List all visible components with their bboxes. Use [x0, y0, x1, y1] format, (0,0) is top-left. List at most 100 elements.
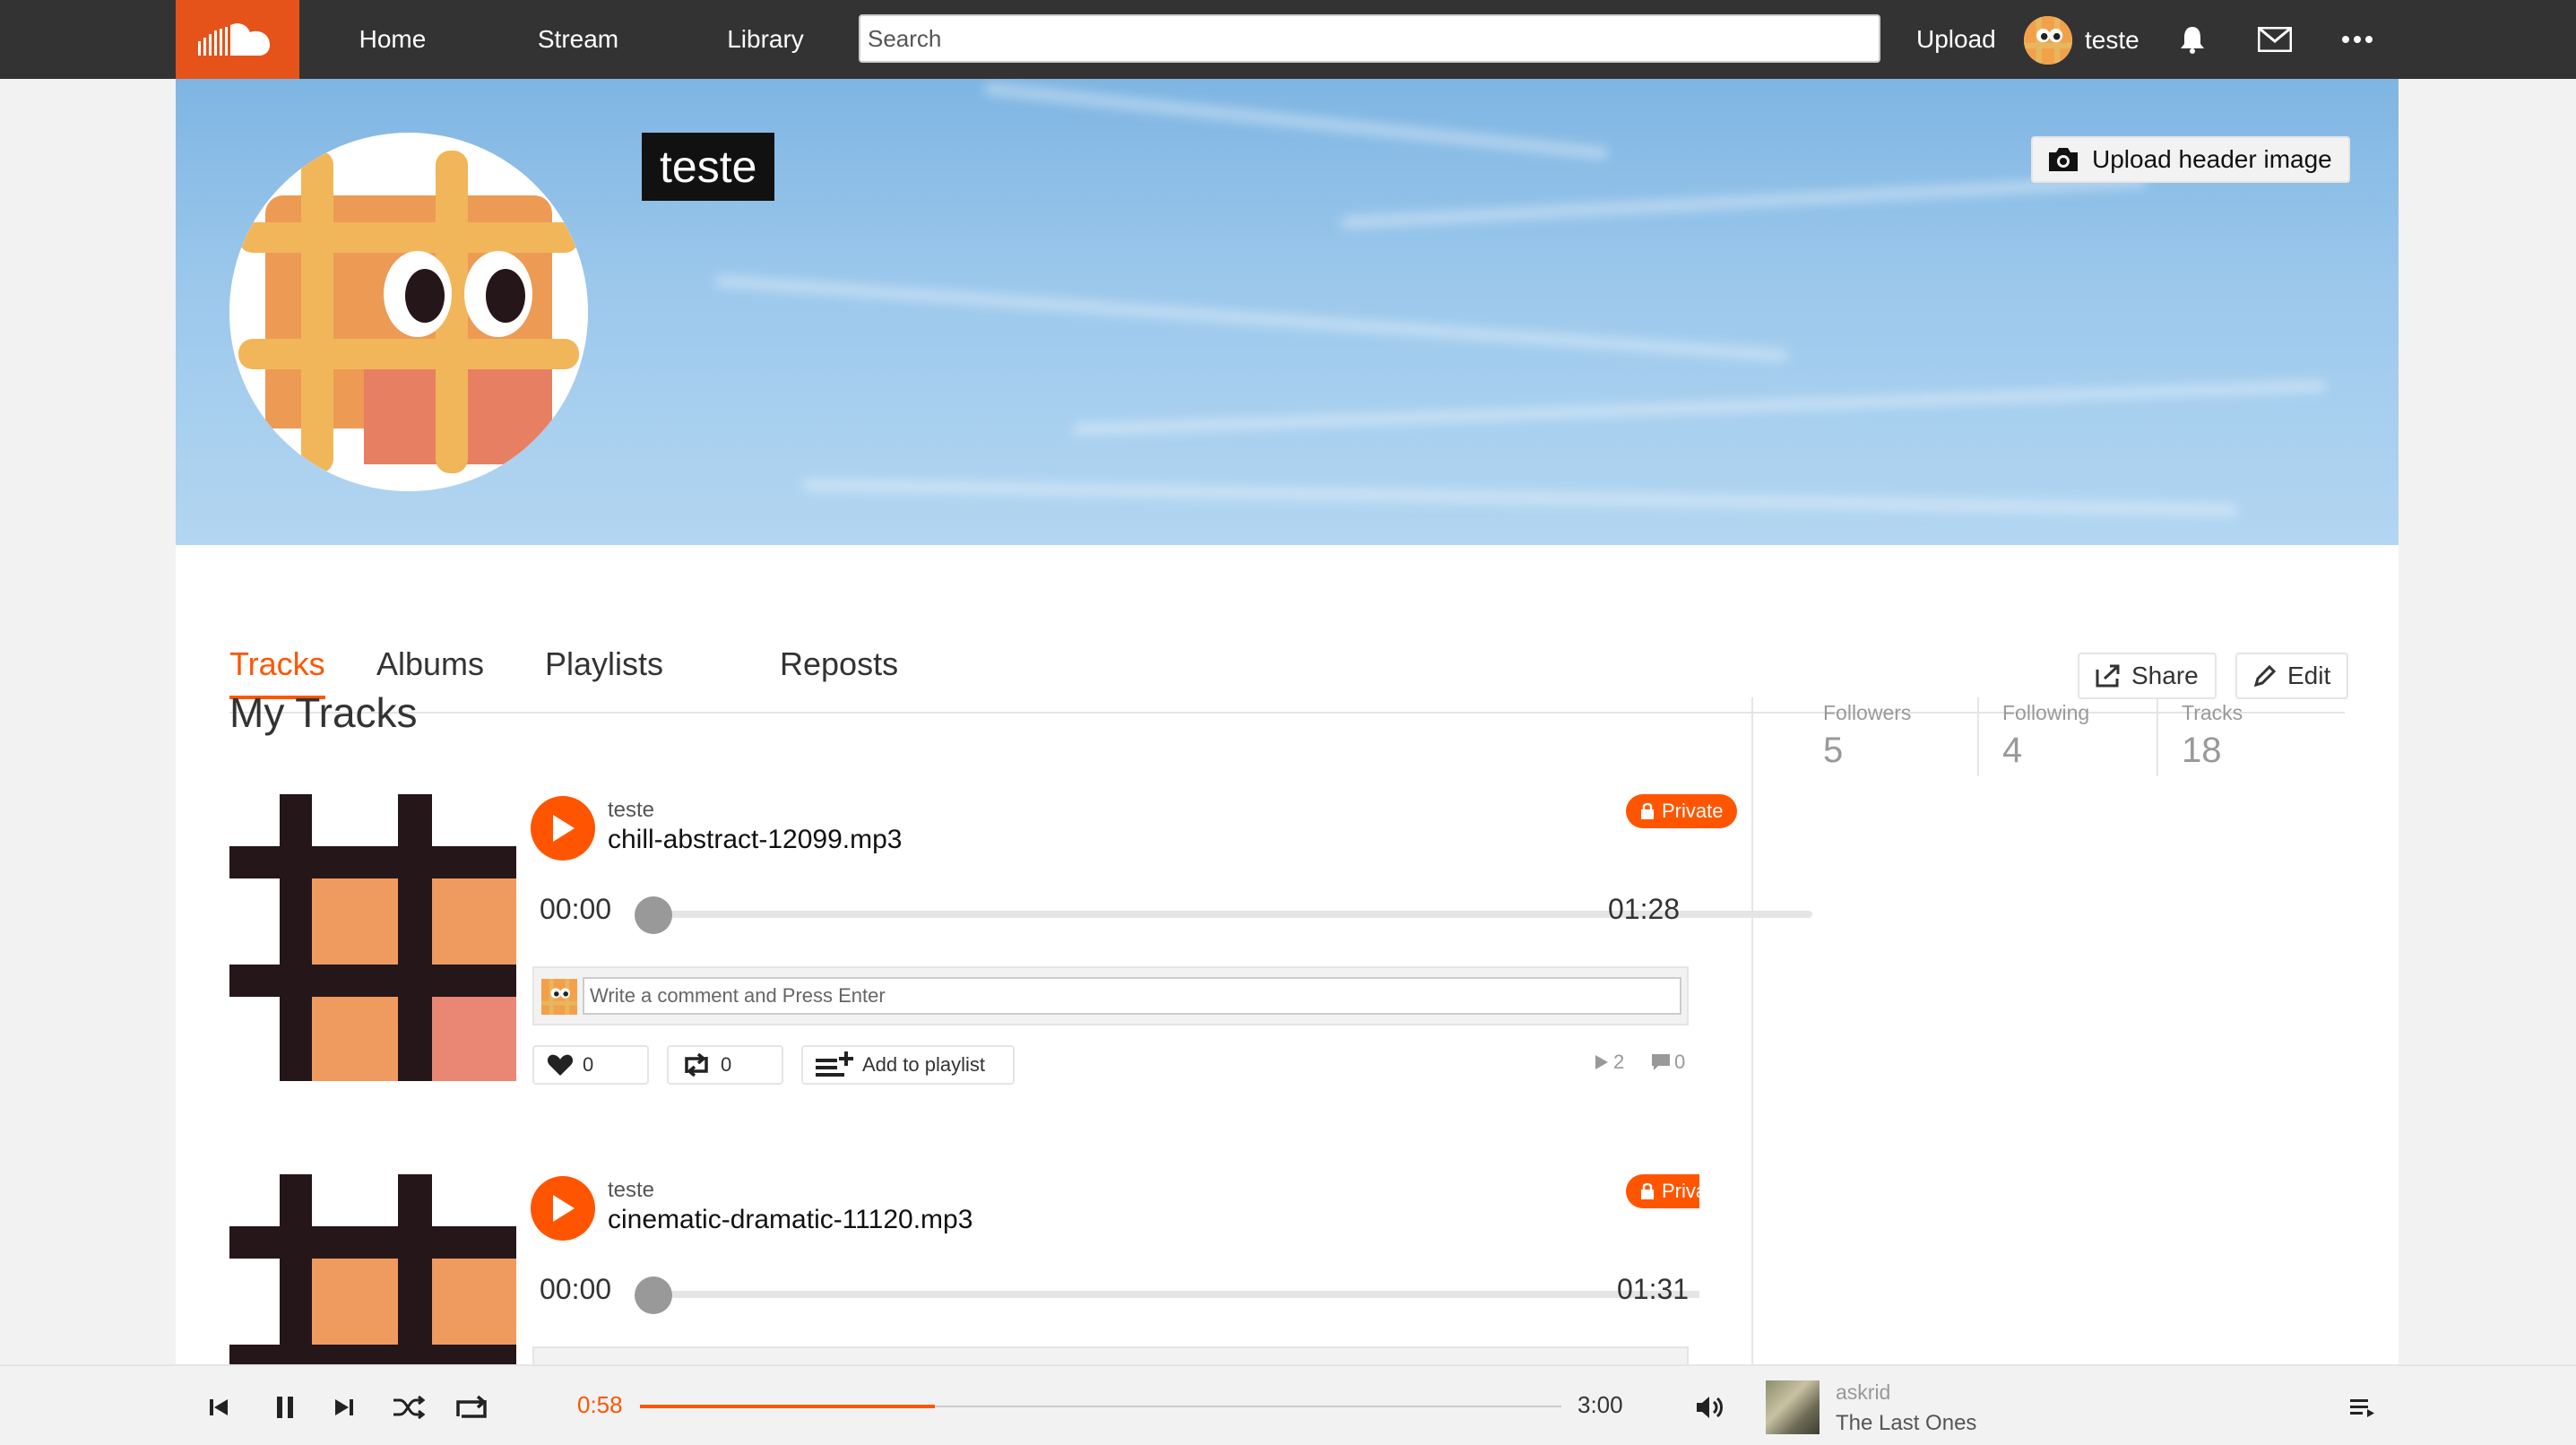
header-cloud — [1341, 174, 2148, 229]
stat-following[interactable]: Following 4 — [2002, 701, 2089, 771]
upload-link[interactable]: Upload — [1916, 0, 1996, 79]
track-title-link[interactable]: cinematic-dramatic-11120.mp3 — [608, 1205, 972, 1235]
upload-header-image-button[interactable]: Upload header image — [2031, 136, 2350, 183]
stat-label: Tracks — [2182, 701, 2243, 724]
soundcloud-cloud-icon — [198, 23, 270, 56]
queue-icon[interactable] — [2343, 1388, 2382, 1427]
comment-icon — [1652, 1054, 1670, 1070]
stat-value: 18 — [2182, 731, 2222, 770]
avatar-waffle-icon — [2024, 16, 2072, 65]
track-artwork[interactable] — [229, 1174, 516, 1366]
lock-icon — [1641, 1182, 1654, 1199]
pause-icon[interactable] — [265, 1388, 305, 1427]
stat-label: Followers — [1823, 701, 1912, 724]
now-playing-artwork[interactable] — [1766, 1380, 1820, 1434]
tab-playlists[interactable]: Playlists — [545, 645, 663, 699]
top-username[interactable]: teste — [2085, 0, 2139, 79]
profile-header: teste Upload header image — [176, 79, 2399, 545]
header-cloud — [983, 82, 1609, 160]
waffle-artwork-icon — [229, 794, 516, 1081]
play-icon — [553, 815, 575, 842]
nav-home-link[interactable]: Home — [357, 0, 428, 79]
private-badge: Private — [1626, 794, 1738, 828]
track-title-link[interactable]: chill-abstract-12099.mp3 — [608, 825, 903, 855]
top-navbar: Home Stream Library Upload teste — [0, 0, 2576, 79]
add-to-playlist-icon — [816, 1051, 853, 1077]
soundcloud-logo[interactable] — [176, 0, 299, 79]
header-cloud — [1072, 379, 2327, 437]
camera-icon — [2049, 148, 2078, 171]
edit-button[interactable]: Edit — [2235, 653, 2349, 699]
track-item: teste chill-abstract-12099.mp3 Private 0… — [229, 794, 1812, 1099]
more-icon[interactable] — [2338, 20, 2377, 59]
repeat-icon[interactable] — [452, 1388, 491, 1427]
waveform-progress-bar[interactable] — [651, 1291, 1699, 1298]
search-input[interactable] — [859, 14, 1880, 63]
time-current: 00:00 — [540, 893, 612, 925]
edit-label: Edit — [2287, 662, 2331, 689]
mail-icon[interactable] — [2255, 20, 2295, 59]
stat-value: 4 — [2002, 731, 2023, 770]
heart-icon — [547, 1054, 574, 1076]
section-title: My Tracks — [229, 689, 418, 736]
stat-followers[interactable]: Followers 5 — [1823, 701, 1911, 771]
header-cloud — [802, 479, 2238, 516]
player-progress-fill — [640, 1405, 935, 1408]
waffle-artwork-icon — [229, 1174, 516, 1366]
stat-tracks[interactable]: Tracks 18 — [2182, 701, 2243, 771]
comment-avatar — [541, 979, 577, 1015]
bottom-player: 0:58 3:00 askrid The Last Ones — [0, 1364, 2576, 1445]
share-label: Share — [2131, 662, 2199, 689]
lock-icon — [1641, 802, 1654, 819]
progress-knob[interactable] — [635, 896, 672, 934]
now-playing-title[interactable]: The Last Ones — [1836, 1411, 1976, 1436]
stat-label: Following — [2002, 701, 2090, 724]
player-progress-bar[interactable] — [640, 1405, 1561, 1408]
add-to-playlist-button[interactable]: Add to playlist — [801, 1045, 1015, 1085]
volume-icon[interactable] — [1690, 1388, 1730, 1427]
comment-input[interactable] — [583, 977, 1681, 1015]
sidebar-divider — [1751, 697, 1753, 1379]
play-count-value: 2 — [1613, 1051, 1625, 1073]
profile-name: teste — [642, 133, 775, 201]
comment-count-value: 0 — [1674, 1051, 1686, 1073]
play-count: 2 — [1594, 1051, 1624, 1074]
repost-count: 0 — [721, 1053, 732, 1076]
avatar-waffle-icon — [541, 979, 577, 1015]
repost-icon — [685, 1053, 708, 1077]
stat-separator — [2157, 697, 2158, 776]
track-user-link[interactable]: teste — [608, 798, 654, 823]
play-button[interactable] — [531, 796, 595, 861]
waffle-avatar-icon — [229, 133, 588, 491]
track-item: teste cinematic-dramatic-11120.mp3 Priva… — [229, 1174, 1699, 1366]
user-avatar[interactable] — [2024, 16, 2072, 65]
private-label: Private — [1662, 1180, 1699, 1202]
comment-count: 0 — [1651, 1051, 1685, 1074]
shuffle-icon[interactable] — [389, 1388, 428, 1427]
profile-avatar[interactable] — [229, 133, 588, 491]
tab-reposts[interactable]: Reposts — [780, 645, 898, 699]
progress-knob[interactable] — [635, 1276, 672, 1314]
nav-library-link[interactable]: Library — [722, 0, 808, 79]
next-icon[interactable] — [324, 1388, 364, 1427]
time-duration: 01:31 — [1617, 1273, 1690, 1305]
track-user-link[interactable]: teste — [608, 1178, 654, 1203]
track-artwork[interactable] — [229, 794, 516, 1081]
previous-icon[interactable] — [199, 1388, 238, 1427]
private-badge: Private — [1626, 1174, 1699, 1208]
like-button[interactable]: 0 — [532, 1045, 649, 1085]
nav-stream-link[interactable]: Stream — [536, 0, 620, 79]
play-icon — [553, 1195, 575, 1222]
bell-icon[interactable] — [2173, 20, 2212, 59]
repost-button[interactable]: 0 — [667, 1045, 783, 1085]
play-button[interactable] — [531, 1176, 595, 1241]
time-current: 00:00 — [540, 1273, 612, 1305]
comment-form — [532, 966, 1689, 1025]
comment-form — [532, 1346, 1689, 1366]
profile-tabs: Tracks Albums Playlists Reposts Share Ed… — [229, 545, 2349, 714]
player-elapsed: 0:58 — [577, 1391, 623, 1418]
share-button[interactable]: Share — [2078, 653, 2217, 699]
play-count-icon — [1595, 1055, 1608, 1069]
now-playing-artist[interactable]: askrid — [1836, 1380, 1890, 1405]
upload-header-label: Upload header image — [2092, 145, 2332, 173]
